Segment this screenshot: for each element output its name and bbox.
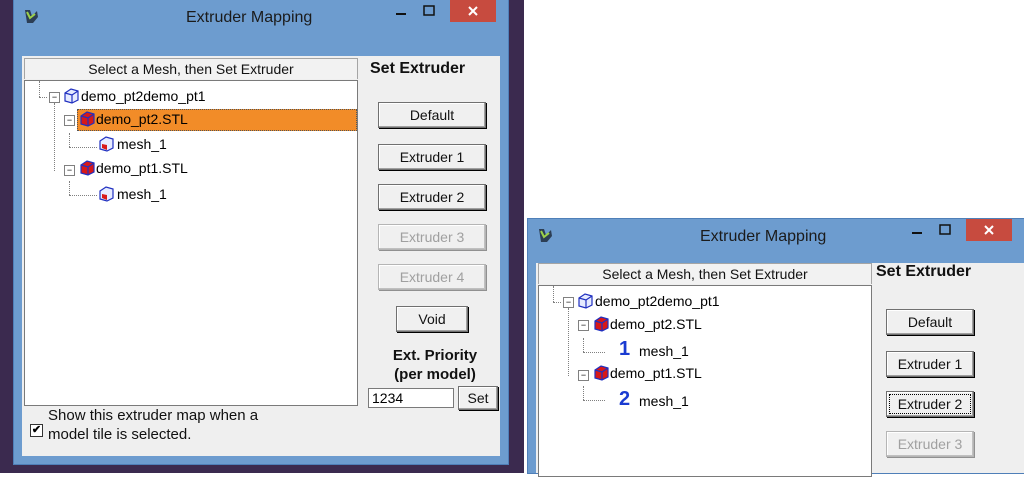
dialog-client-area: Select a Mesh, then Set Extruder − demo_… xyxy=(22,56,500,456)
extruder-number-2: 2 xyxy=(619,388,631,410)
minimize-button[interactable] xyxy=(388,0,414,22)
dialog-client-area: Select a Mesh, then Set Extruder − demo_… xyxy=(536,263,1024,477)
tree-line xyxy=(69,147,97,148)
close-icon xyxy=(984,225,994,235)
cube-icon xyxy=(64,88,79,104)
expander-toggle[interactable]: − xyxy=(64,165,75,176)
extruder-2-button[interactable]: Extruder 2 xyxy=(378,184,486,210)
ext-priority-input[interactable]: 1234 xyxy=(368,388,454,408)
show-map-checkbox[interactable]: ✔ xyxy=(30,424,43,437)
close-button[interactable] xyxy=(966,219,1012,241)
minimize-icon xyxy=(912,232,922,234)
extruder-2-button[interactable]: Extruder 2 xyxy=(886,391,974,417)
maximize-icon xyxy=(939,224,951,235)
expander-toggle[interactable]: − xyxy=(64,115,75,126)
cube-icon xyxy=(594,365,609,381)
cube-icon xyxy=(80,111,95,127)
expander-toggle[interactable]: − xyxy=(578,370,589,381)
extruder-1-button[interactable]: Extruder 1 xyxy=(378,144,486,170)
tree-item-mesh-1[interactable]: mesh_1 xyxy=(639,342,689,360)
set-extruder-heading: Set Extruder xyxy=(370,60,466,77)
mesh-tree[interactable]: − demo_pt2demo_pt1 − demo_pt2.STL mesh_1… xyxy=(24,80,358,406)
window-title: Extruder Mapping xyxy=(186,9,313,26)
tree-item-mesh-2[interactable]: mesh_1 xyxy=(117,185,167,203)
maximize-button[interactable] xyxy=(932,219,958,241)
maximize-icon xyxy=(423,5,435,16)
default-button[interactable]: Default xyxy=(378,102,486,128)
expander-toggle[interactable]: − xyxy=(578,320,589,331)
tree-line xyxy=(583,338,584,352)
app-logo-icon xyxy=(539,229,552,242)
desktop-background-right xyxy=(508,0,524,473)
maximize-button[interactable] xyxy=(416,0,442,22)
tree-item-part-1[interactable]: demo_pt2.STL xyxy=(610,315,702,333)
tree-line xyxy=(39,97,47,98)
tree-line xyxy=(69,181,70,195)
void-button[interactable]: Void xyxy=(396,306,468,332)
cube-icon xyxy=(594,316,609,332)
title-bar[interactable]: Extruder Mapping xyxy=(14,0,508,36)
checkbox-check-icon: ✔ xyxy=(31,424,42,436)
cube-icon xyxy=(99,136,114,152)
tree-line xyxy=(69,195,97,196)
window-title: Extruder Mapping xyxy=(700,228,827,245)
show-map-checkbox-label: Show this extruder map when a model tile… xyxy=(48,406,258,444)
expander-toggle[interactable]: − xyxy=(49,92,60,103)
tree-item-mesh-2[interactable]: mesh_1 xyxy=(639,392,689,410)
tree-item-part-2[interactable]: demo_pt1.STL xyxy=(96,159,188,177)
close-icon xyxy=(468,6,478,16)
expander-toggle[interactable]: − xyxy=(563,297,574,308)
extruder-3-button[interactable]: Extruder 3 xyxy=(886,431,974,457)
tree-line xyxy=(39,81,40,97)
tree-line xyxy=(553,286,554,302)
tree-line xyxy=(568,308,569,376)
extruder-mapping-dialog-1: Extruder Mapping Select a Mesh, then Set… xyxy=(14,0,508,464)
tree-line xyxy=(583,386,584,400)
desktop-background-bottom xyxy=(0,464,524,473)
tree-root-label[interactable]: demo_pt2demo_pt1 xyxy=(81,87,206,105)
tree-line xyxy=(54,103,55,171)
mesh-tree[interactable]: − demo_pt2demo_pt1 − demo_pt2.STL 1 mesh… xyxy=(538,285,872,477)
tree-line xyxy=(553,302,561,303)
set-extruder-heading: Set Extruder xyxy=(876,263,972,280)
tree-line xyxy=(583,352,605,353)
tree-item-part-2[interactable]: demo_pt1.STL xyxy=(610,364,702,382)
extruder-1-button[interactable]: Extruder 1 xyxy=(886,351,974,377)
close-button[interactable] xyxy=(450,0,496,22)
title-bar[interactable]: Extruder Mapping xyxy=(528,219,1024,255)
checkbox-label-line-1: Show this extruder map when a xyxy=(48,407,259,424)
checkbox-label-line-2: model tile is selected. xyxy=(48,426,192,443)
tree-item-part-1[interactable]: demo_pt2.STL xyxy=(96,110,188,128)
minimize-icon xyxy=(396,13,406,15)
tree-header: Select a Mesh, then Set Extruder xyxy=(24,58,358,79)
desktop-background-left xyxy=(0,0,14,473)
ext-priority-line-1: Ext. Priority xyxy=(392,347,478,364)
minimize-button[interactable] xyxy=(904,219,930,241)
tree-item-mesh-1[interactable]: mesh_1 xyxy=(117,135,167,153)
ext-priority-label: Ext. Priority (per model) xyxy=(370,346,500,384)
ext-priority-line-2: (per model) xyxy=(394,366,476,383)
tree-root-label[interactable]: demo_pt2demo_pt1 xyxy=(595,292,720,310)
extruder-number-1: 1 xyxy=(619,338,631,360)
tree-header: Select a Mesh, then Set Extruder xyxy=(538,263,872,284)
cube-icon xyxy=(80,160,95,176)
cube-icon xyxy=(99,186,114,202)
default-button[interactable]: Default xyxy=(886,309,974,335)
cube-icon xyxy=(578,293,593,309)
extruder-mapping-dialog-2: Extruder Mapping Select a Mesh, then Set… xyxy=(528,219,1024,477)
set-priority-button[interactable]: Set xyxy=(458,386,498,410)
extruder-3-button[interactable]: Extruder 3 xyxy=(378,224,486,250)
tree-line xyxy=(69,133,70,147)
extruder-4-button[interactable]: Extruder 4 xyxy=(378,264,486,290)
tree-line xyxy=(583,400,605,401)
app-logo-icon xyxy=(25,10,38,23)
